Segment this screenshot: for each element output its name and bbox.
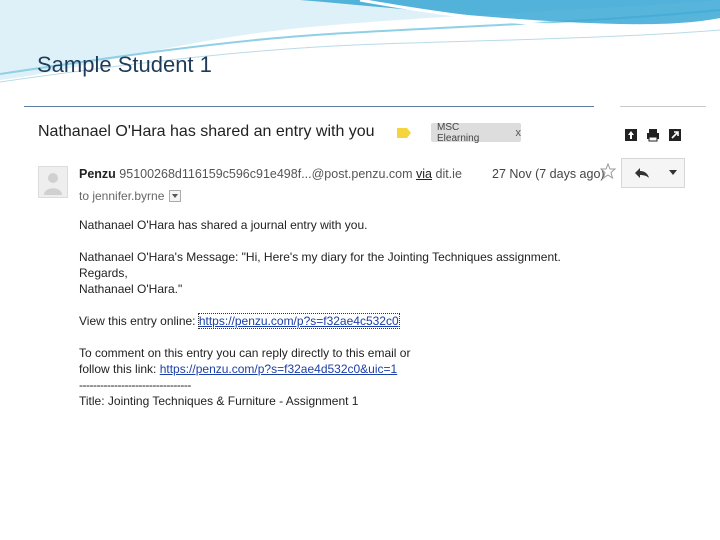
email-body: Nathanael O'Hara has shared a journal en… [79,217,561,409]
divider [24,106,594,107]
sender-line: Penzu 95100268d116159c596c91e498f...@pos… [79,167,462,181]
toolbar-icons [624,128,682,142]
sender-address: 95100268d116159c596c91e498f...@post.penz… [119,167,413,181]
email-subject: Nathanael O'Hara has shared an entry wit… [38,123,375,140]
via-label[interactable]: via [416,167,432,181]
body-line: To comment on this entry you can reply d… [79,346,411,360]
email-screenshot: Nathanael O'Hara has shared an entry wit… [24,104,708,424]
email-date: 27 Nov (7 days ago) [492,167,605,181]
label-chip: MSC Elearning x [431,121,522,144]
via-domain: dit.ie [435,167,462,181]
chevron-down-icon [669,170,677,175]
recipient-text: to jennifer.byrne [79,189,165,203]
reply-icon [635,168,649,178]
comment-link-line: follow this link: https://penzu.com/p?s=… [79,361,561,377]
sender-avatar [38,166,68,198]
reply-button-group [621,158,685,188]
view-entry-line: View this entry online: https://penzu.co… [79,313,561,329]
recipient-line: to jennifer.byrne [79,189,182,203]
person-icon [44,173,62,195]
print-icon[interactable] [646,128,660,142]
label-chip-text: MSC Elearning [437,121,480,144]
separator-line: -------------------------------- [79,378,191,392]
reply-button[interactable] [622,159,662,187]
open-new-window-icon[interactable] [668,128,682,142]
archive-up-icon[interactable] [624,128,638,142]
star-icon[interactable] [600,163,616,179]
show-details-dropdown[interactable] [169,190,182,202]
body-line: Nathanael O'Hara has shared a journal en… [79,218,368,232]
view-entry-prefix: View this entry online: [79,314,199,328]
sender-name[interactable]: Penzu [79,167,116,181]
more-options-button[interactable] [662,159,684,187]
body-line: Nathanael O'Hara's Message: "Hi, Here's … [79,250,561,264]
comment-prefix: follow this link: [79,362,160,376]
slide-title: Sample Student 1 [37,52,212,77]
comment-link[interactable]: https://penzu.com/p?s=f32ae4d532c0&uic=1 [160,362,398,376]
entry-title: Title: Jointing Techniques & Furniture -… [79,394,359,408]
divider [620,106,706,107]
body-line: Nathanael O'Hara." [79,282,183,296]
label-tag-icon[interactable] [397,128,411,138]
view-entry-link[interactable]: https://penzu.com/p?s=f32ae4c532c0 [197,313,400,329]
remove-label-button[interactable]: x [516,127,522,139]
body-line: Regards, [79,266,128,280]
